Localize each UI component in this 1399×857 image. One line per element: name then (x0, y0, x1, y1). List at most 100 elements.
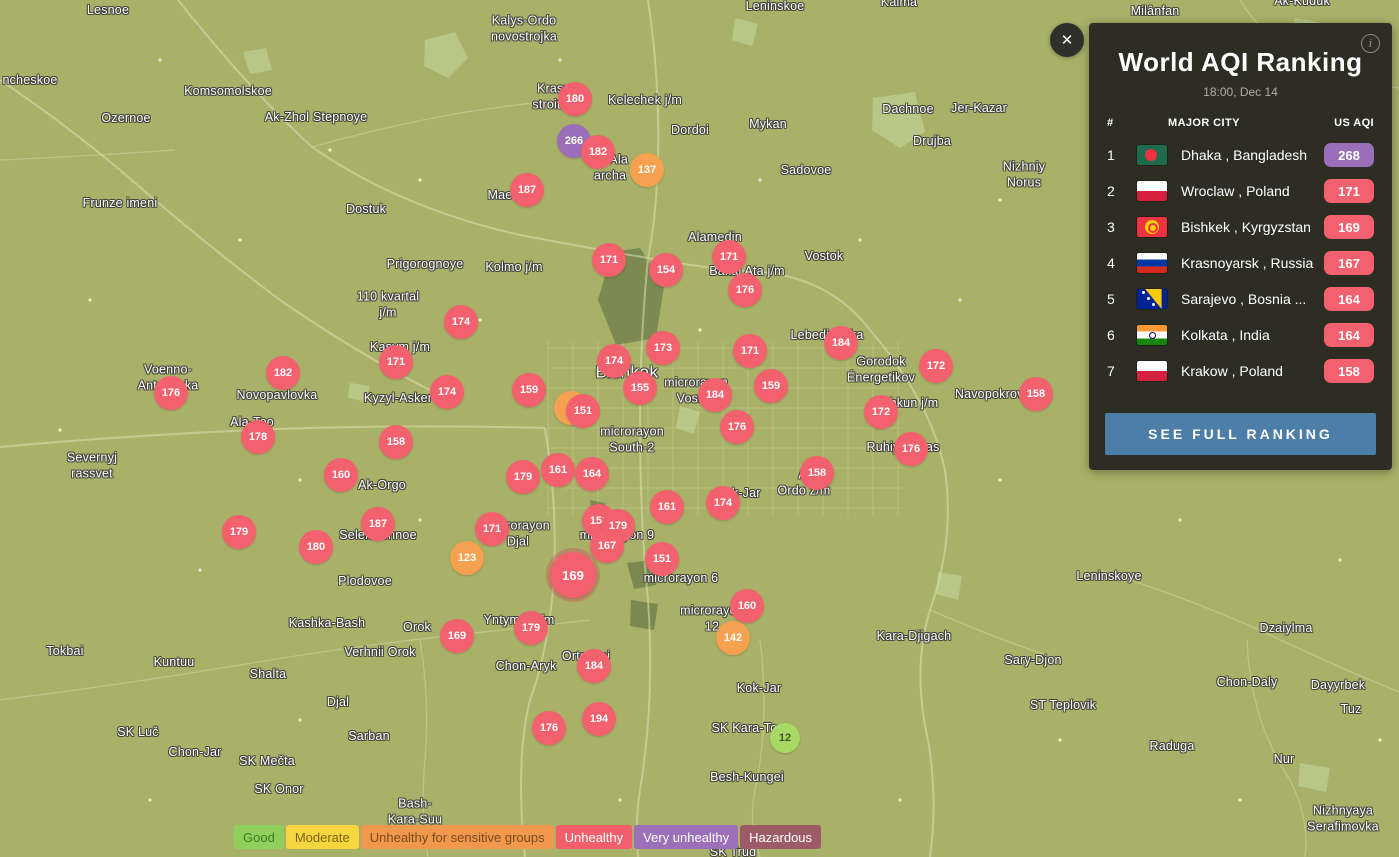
flag-kg-icon (1137, 217, 1167, 237)
aqi-map-screen: LesnoencheskoeKomsomolskoeOzernoeAk-Zhol… (0, 0, 1399, 857)
legend-item-unhealthy-for-sensitive-groups: Unhealthy for sensitive groups (361, 825, 554, 849)
city-name: Dhaka , Bangladesh (1167, 147, 1324, 163)
flag-pl-icon (1137, 181, 1167, 201)
aqi-marker[interactable]: 159 (754, 369, 788, 403)
aqi-marker[interactable]: 171 (733, 334, 767, 368)
aqi-marker[interactable]: 180 (299, 530, 333, 564)
aqi-marker[interactable]: 158 (379, 425, 413, 459)
aqi-marker[interactable]: 176 (728, 273, 762, 307)
aqi-marker[interactable]: 169 (440, 619, 474, 653)
aqi-marker[interactable]: 184 (698, 378, 732, 412)
aqi-marker[interactable]: 187 (361, 507, 395, 541)
aqi-marker[interactable]: 174 (444, 305, 478, 339)
aqi-marker[interactable]: 171 (712, 240, 746, 274)
ranking-row[interactable]: 2Wroclaw , Poland171 (1089, 173, 1392, 209)
aqi-marker[interactable]: 164 (575, 457, 609, 491)
aqi-marker[interactable]: 159 (512, 373, 546, 407)
aqi-value-badge: 167 (1324, 251, 1374, 275)
ranking-row[interactable]: 3 Bishkek , Kyrgyzstan169 (1089, 209, 1392, 245)
aqi-marker[interactable]: 176 (894, 432, 928, 466)
aqi-marker[interactable]: 187 (510, 173, 544, 207)
flag-bd-icon (1137, 145, 1167, 165)
flag-ba-icon (1137, 289, 1167, 309)
aqi-value-badge: 164 (1324, 287, 1374, 311)
aqi-marker[interactable]: 194 (582, 702, 616, 736)
rank-number: 5 (1107, 291, 1137, 307)
info-icon[interactable]: i (1361, 34, 1380, 53)
aqi-marker[interactable]: 160 (324, 458, 358, 492)
aqi-marker[interactable]: 171 (475, 512, 509, 546)
aqi-marker[interactable]: 178 (241, 420, 275, 454)
aqi-marker[interactable]: 176 (154, 376, 188, 410)
aqi-marker[interactable]: 171 (592, 243, 626, 277)
rank-number: 7 (1107, 363, 1137, 379)
flag-ru-icon (1137, 253, 1167, 273)
ranking-rows: 1 Dhaka , Bangladesh268 2Wroclaw , Poland1… (1089, 137, 1392, 389)
city-name: Bishkek , Kyrgyzstan (1167, 219, 1324, 235)
ranking-row[interactable]: 4Krasnoyarsk , Russia167 (1089, 245, 1392, 281)
aqi-marker[interactable]: 158 (1019, 377, 1053, 411)
aqi-marker[interactable]: 173 (646, 331, 680, 365)
aqi-marker[interactable]: 182 (266, 356, 300, 390)
close-icon: ✕ (1061, 31, 1074, 49)
aqi-marker[interactable]: 151 (645, 542, 679, 576)
aqi-marker[interactable]: 154 (649, 253, 683, 287)
aqi-marker[interactable]: 179 (514, 611, 548, 645)
city-name: Krakow , Poland (1167, 363, 1324, 379)
aqi-marker[interactable]: 155 (623, 371, 657, 405)
aqi-marker[interactable]: 182 (581, 135, 615, 169)
aqi-marker[interactable]: 184 (824, 326, 858, 360)
aqi-marker[interactable]: 174 (430, 375, 464, 409)
city-name: Sarajevo , Bosnia ... (1167, 291, 1324, 307)
legend-item-unhealthy: Unhealthy (556, 825, 633, 849)
flag-in-icon (1137, 325, 1167, 345)
aqi-marker[interactable]: 137 (630, 153, 664, 187)
aqi-marker[interactable]: 180 (558, 82, 592, 116)
legend-item-hazardous: Hazardous (740, 825, 821, 849)
aqi-marker[interactable]: 184 (577, 649, 611, 683)
aqi-marker[interactable]: 179 (506, 460, 540, 494)
aqi-marker[interactable]: 174 (706, 486, 740, 520)
ranking-header-row: # MAJOR CITY US AQI (1089, 117, 1392, 129)
aqi-marker[interactable]: 158 (800, 456, 834, 490)
panel-timestamp: 18:00, Dec 14 (1089, 85, 1392, 99)
ranking-row[interactable]: 5 Sarajevo , Bosnia ...164 (1089, 281, 1392, 317)
rank-column-header: # (1107, 117, 1137, 129)
aqi-value-badge: 268 (1324, 143, 1374, 167)
aqi-marker[interactable]: 172 (864, 395, 898, 429)
aqi-marker[interactable]: 179 (222, 515, 256, 549)
legend-item-good: Good (234, 825, 284, 849)
aqi-marker[interactable]: 169 (550, 552, 596, 598)
rank-number: 2 (1107, 183, 1137, 199)
rank-number: 6 (1107, 327, 1137, 343)
aqi-marker[interactable]: 161 (541, 453, 575, 487)
ranking-row[interactable]: 1 Dhaka , Bangladesh268 (1089, 137, 1392, 173)
aqi-marker[interactable]: 171 (379, 345, 413, 379)
aqi-marker[interactable]: 161 (650, 490, 684, 524)
ranking-row[interactable]: 7Krakow , Poland158 (1089, 353, 1392, 389)
city-column-header: MAJOR CITY (1137, 117, 1334, 129)
panel-title: World AQI Ranking (1089, 47, 1392, 78)
aqi-marker[interactable]: 160 (730, 589, 764, 623)
aqi-value-badge: 164 (1324, 323, 1374, 347)
aqi-marker[interactable]: 151 (566, 394, 600, 428)
aqi-value-badge: 169 (1324, 215, 1374, 239)
aqi-marker[interactable]: 176 (532, 711, 566, 745)
aqi-legend: GoodModerateUnhealthy for sensitive grou… (234, 825, 821, 849)
aqi-marker[interactable]: 172 (919, 349, 953, 383)
ranking-row[interactable]: 6 Kolkata , India164 (1089, 317, 1392, 353)
world-aqi-ranking-panel: i World AQI Ranking 18:00, Dec 14 # MAJO… (1089, 23, 1392, 470)
rank-number: 3 (1107, 219, 1137, 235)
aqi-value-badge: 171 (1324, 179, 1374, 203)
rank-number: 1 (1107, 147, 1137, 163)
close-panel-button[interactable]: ✕ (1050, 23, 1084, 57)
aqi-marker[interactable]: 174 (597, 344, 631, 378)
aqi-marker[interactable]: 12 (770, 723, 800, 753)
aqi-marker[interactable]: 167 (590, 529, 624, 563)
aqi-marker[interactable]: 142 (716, 621, 750, 655)
city-name: Kolkata , India (1167, 327, 1324, 343)
aqi-marker[interactable]: 123 (450, 541, 484, 575)
see-full-ranking-button[interactable]: SEE FULL RANKING (1105, 413, 1376, 455)
flag-pl-icon (1137, 361, 1167, 381)
aqi-marker[interactable]: 176 (720, 410, 754, 444)
